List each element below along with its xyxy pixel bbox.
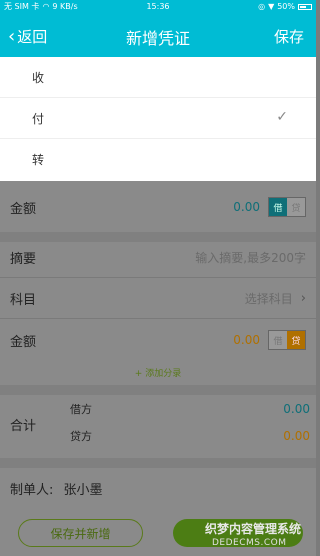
debit-option[interactable]: 借 xyxy=(269,198,287,216)
debit-total-value: 0.00 xyxy=(283,402,310,416)
page-title: 新增凭证 xyxy=(125,29,190,48)
totals-section: 合计 借方 0.00 贷方 0.00 xyxy=(0,392,316,452)
menu-item-payment[interactable]: 付 ✓ xyxy=(0,98,316,139)
account-label: 科目 xyxy=(10,292,37,308)
watermark-url: DEDECMS.COM xyxy=(212,538,287,548)
amount-row: 金额 0.00 借 贷 xyxy=(0,320,316,360)
debit-option[interactable]: 借 xyxy=(269,331,287,349)
debit-total-label: 借方 xyxy=(70,403,92,416)
plus-icon: + xyxy=(134,369,143,379)
debit-total-line: 借方 0.00 xyxy=(70,398,310,420)
save-button[interactable]: 保存 xyxy=(274,26,304,47)
account-select[interactable]: 选择科目 xyxy=(245,290,293,307)
watermark-text: 织梦内容管理系统 xyxy=(205,522,302,536)
menu-item-label: 转 xyxy=(32,153,45,167)
maker-row: 制单人: 张小墨 xyxy=(10,479,103,498)
add-entry-button[interactable]: + 添加分录 xyxy=(0,366,316,379)
account-row[interactable]: 科目 选择科目 › xyxy=(0,278,316,318)
menu-item-receipt[interactable]: 收 xyxy=(0,57,316,98)
status-bar: 无 SIM 卡 ◠ 9 KB/s 15:36 ◎ ▼ 50% xyxy=(0,0,316,13)
summary-row[interactable]: 摘要 输入摘要,最多200字 xyxy=(0,237,316,277)
section-gap xyxy=(0,458,316,468)
debit-credit-toggle[interactable]: 借 贷 xyxy=(268,330,306,350)
divider xyxy=(0,318,316,319)
amount-row: 金额 0.00 借 贷 xyxy=(0,187,316,227)
summary-label: 摘要 xyxy=(10,251,37,267)
voucher-type-menu: 收 付 ✓ 转 xyxy=(0,57,316,181)
amount-value[interactable]: 0.00 xyxy=(233,333,260,347)
credit-option[interactable]: 贷 xyxy=(287,331,305,349)
amount-label: 金额 xyxy=(10,334,37,350)
credit-total-label: 贷方 xyxy=(70,430,92,443)
chevron-right-icon: › xyxy=(300,290,306,306)
menu-item-label: 付 xyxy=(32,111,45,126)
totals-label: 合计 xyxy=(10,419,37,434)
credit-total-line: 贷方 0.00 xyxy=(70,425,310,447)
save-and-new-button[interactable]: 保存并新增 xyxy=(18,519,143,547)
credit-total-value: 0.00 xyxy=(283,429,310,443)
clock: 15:36 xyxy=(146,2,170,11)
summary-input[interactable]: 输入摘要,最多200字 xyxy=(195,249,306,266)
battery-icon xyxy=(298,3,312,10)
nav-bar: ‹ 返回 新增凭证 保存 xyxy=(0,13,316,57)
menu-item-transfer[interactable]: 转 xyxy=(0,139,316,180)
menu-item-label: 收 xyxy=(32,70,45,85)
amount-value[interactable]: 0.00 xyxy=(233,200,260,214)
add-entry-label: 添加分录 xyxy=(145,369,182,379)
check-icon: ✓ xyxy=(276,109,288,125)
debit-credit-toggle[interactable]: 借 贷 xyxy=(268,197,306,217)
credit-option[interactable]: 贷 xyxy=(287,198,305,216)
maker-label: 制单人: xyxy=(10,483,54,498)
amount-label: 金额 xyxy=(10,201,37,217)
maker-name: 张小墨 xyxy=(63,483,103,498)
